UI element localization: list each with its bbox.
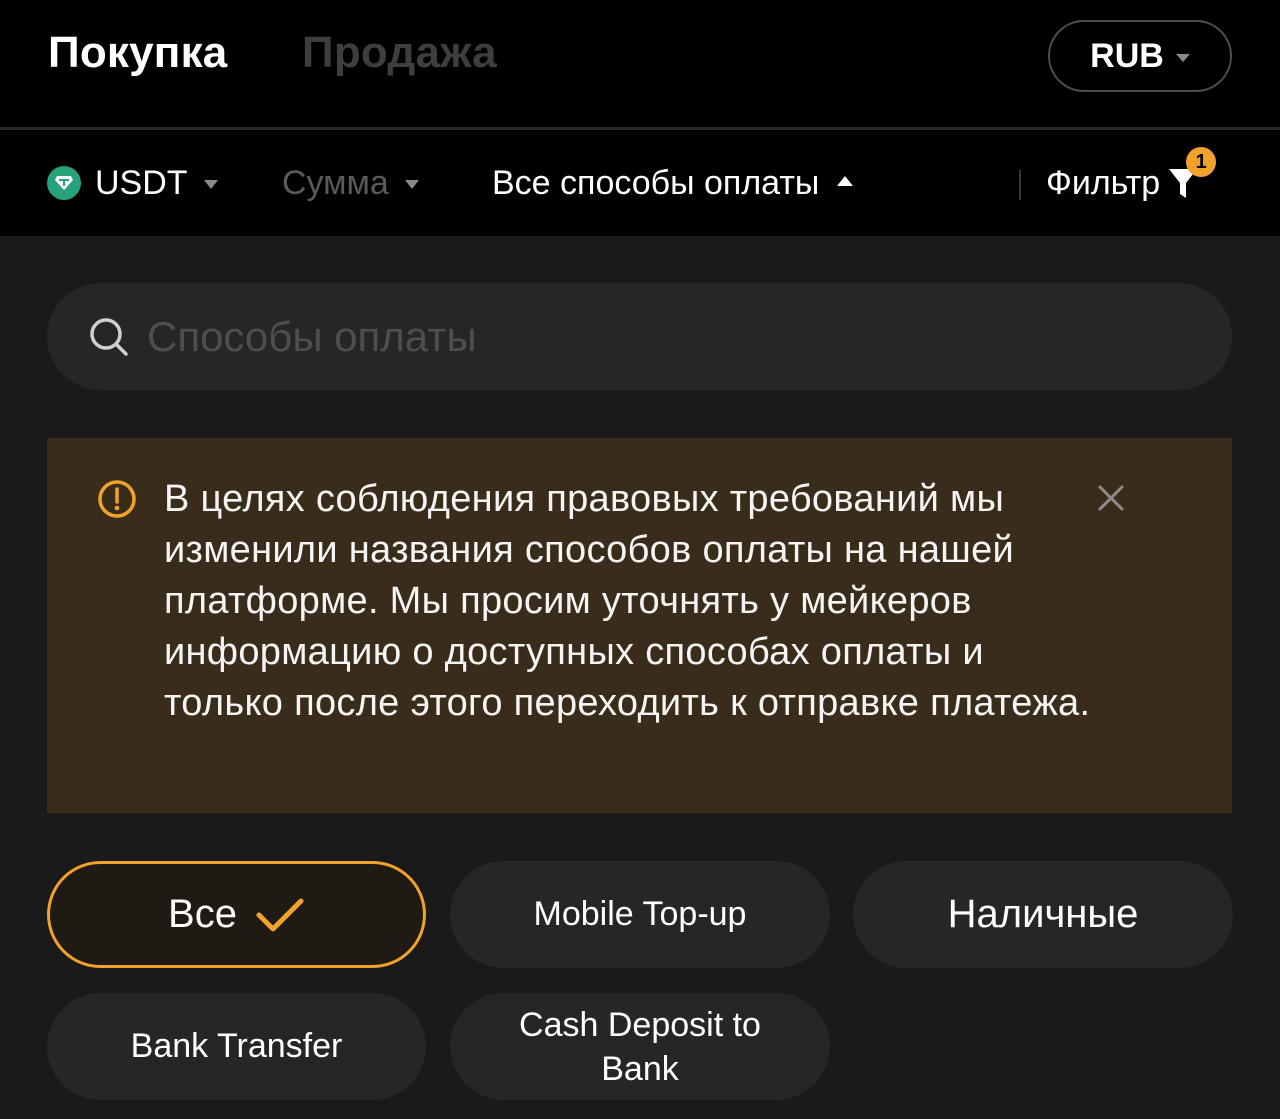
funnel-icon: 1	[1166, 147, 1217, 203]
coin-selector[interactable]: USDT	[47, 130, 218, 236]
filter-button[interactable]: Фильтр 1	[1046, 130, 1217, 236]
chip-cash[interactable]: Наличные	[853, 861, 1233, 968]
usdt-icon	[47, 166, 81, 200]
notice-banner: В целях соблюдения правовых требований м…	[47, 438, 1232, 813]
chip-label: Mobile Top-up	[533, 895, 747, 933]
close-icon[interactable]	[1095, 482, 1127, 514]
filter-separator	[1019, 170, 1021, 200]
chip-cash-deposit-to-bank[interactable]: Cash Deposit to Bank	[450, 993, 830, 1100]
chip-label: Cash Deposit to Bank	[519, 1005, 761, 1088]
search-icon	[90, 317, 128, 356]
chip-all[interactable]: Все	[47, 861, 426, 968]
amount-selector[interactable]: Сумма	[282, 130, 419, 236]
top-bar: Покупка Продажа RUB	[0, 0, 1280, 127]
chip-bank-transfer[interactable]: Bank Transfer	[47, 993, 426, 1100]
currency-label: RUB	[1090, 36, 1164, 75]
chip-mobile-top-up[interactable]: Mobile Top-up	[450, 861, 830, 968]
chip-label: Наличные	[947, 892, 1139, 936]
search-input[interactable]	[147, 312, 1147, 361]
payment-method-panel: В целях соблюдения правовых требований м…	[0, 236, 1280, 1119]
chevron-up-icon	[837, 176, 854, 186]
search-bar[interactable]	[47, 283, 1232, 390]
chevron-down-icon	[404, 179, 419, 189]
tab-sell[interactable]: Продажа	[302, 27, 497, 79]
filter-label: Фильтр	[1046, 163, 1161, 202]
caret-down-icon	[1175, 53, 1190, 62]
chip-label: Все	[168, 892, 237, 936]
chevron-down-icon	[203, 179, 218, 189]
notice-text: В целях соблюдения правовых требований м…	[164, 478, 1091, 724]
coin-label: USDT	[95, 163, 188, 202]
currency-selector[interactable]: RUB	[1048, 20, 1232, 92]
payment-methods-label: Все способы оплаты	[492, 163, 820, 202]
tab-buy[interactable]: Покупка	[48, 27, 227, 79]
filter-count-badge: 1	[1186, 147, 1217, 177]
amount-label: Сумма	[282, 163, 389, 202]
check-icon	[256, 898, 304, 931]
payment-methods-selector[interactable]: Все способы оплаты	[492, 130, 854, 236]
warning-circle-icon	[98, 480, 136, 518]
filter-row: USDT Сумма Все способы оплаты Фильтр 1	[0, 130, 1280, 236]
chip-label: Bank Transfer	[130, 1027, 343, 1065]
